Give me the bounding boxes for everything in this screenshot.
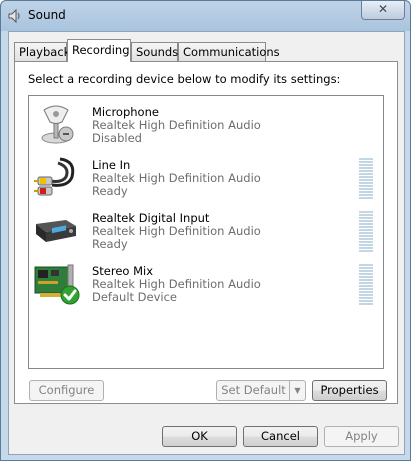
microphone-icon xyxy=(41,105,74,144)
set-default-split-button[interactable]: Set Default ▼ xyxy=(216,380,306,401)
device-status: Default Device xyxy=(92,290,178,304)
device-item-microphone[interactable]: Microphone Realtek High Definition Audio… xyxy=(29,98,383,151)
tab-recording[interactable]: Recording xyxy=(67,39,131,62)
recording-tab-panel: Select a recording device below to modif… xyxy=(14,61,398,404)
recording-device-list[interactable]: Microphone Realtek High Definition Audio… xyxy=(28,95,384,369)
device-status: Ready xyxy=(92,184,128,198)
device-status: Ready xyxy=(92,237,128,251)
level-meter xyxy=(359,264,373,305)
device-status: Disabled xyxy=(92,131,142,145)
properties-button[interactable]: Properties xyxy=(312,380,387,401)
cancel-button[interactable]: Cancel xyxy=(243,426,318,447)
close-button[interactable]: ✕ xyxy=(361,1,405,20)
device-text-stereo-mix: Stereo Mix Realtek High Definition Audio… xyxy=(92,265,261,304)
device-item-line-in[interactable]: Line In Realtek High Definition Audio Re… xyxy=(29,151,383,204)
dialog-client-area: Playback Recording Sounds Communications… xyxy=(8,31,405,455)
level-meter xyxy=(359,158,373,199)
level-meter xyxy=(359,211,373,252)
configure-button[interactable]: Configure xyxy=(29,380,104,401)
rca-cable-icon xyxy=(34,157,75,196)
set-default-label: Set Default xyxy=(221,383,286,397)
tab-playback[interactable]: Playback xyxy=(14,42,70,61)
ok-button[interactable]: OK xyxy=(162,426,237,447)
apply-button[interactable]: Apply xyxy=(324,426,399,447)
chevron-down-icon[interactable]: ▼ xyxy=(289,381,305,400)
device-text-microphone: Microphone Realtek High Definition Audio… xyxy=(92,106,261,145)
device-item-stereo-mix[interactable]: Stereo Mix Realtek High Definition Audio… xyxy=(29,257,383,310)
device-text-realtek-digital-input: Realtek Digital Input Realtek High Defin… xyxy=(92,212,261,251)
title-bar[interactable]: Sound ✕ xyxy=(1,1,410,31)
window-title: Sound xyxy=(28,8,66,22)
device-item-realtek-digital-input[interactable]: Realtek Digital Input Realtek High Defin… xyxy=(29,204,383,257)
sound-card-default-icon xyxy=(34,264,80,305)
speaker-icon xyxy=(8,8,20,24)
tab-communications[interactable]: Communications xyxy=(178,42,280,61)
instruction-text: Select a recording device below to modif… xyxy=(28,72,341,86)
sound-dialog-window: Sound ✕ Playback Recording Sounds Commun… xyxy=(0,0,411,461)
device-text-line-in: Line In Realtek High Definition Audio Re… xyxy=(92,159,261,198)
digital-input-device-icon xyxy=(36,220,76,242)
tab-sounds[interactable]: Sounds xyxy=(131,42,178,61)
close-icon: ✕ xyxy=(377,2,389,16)
